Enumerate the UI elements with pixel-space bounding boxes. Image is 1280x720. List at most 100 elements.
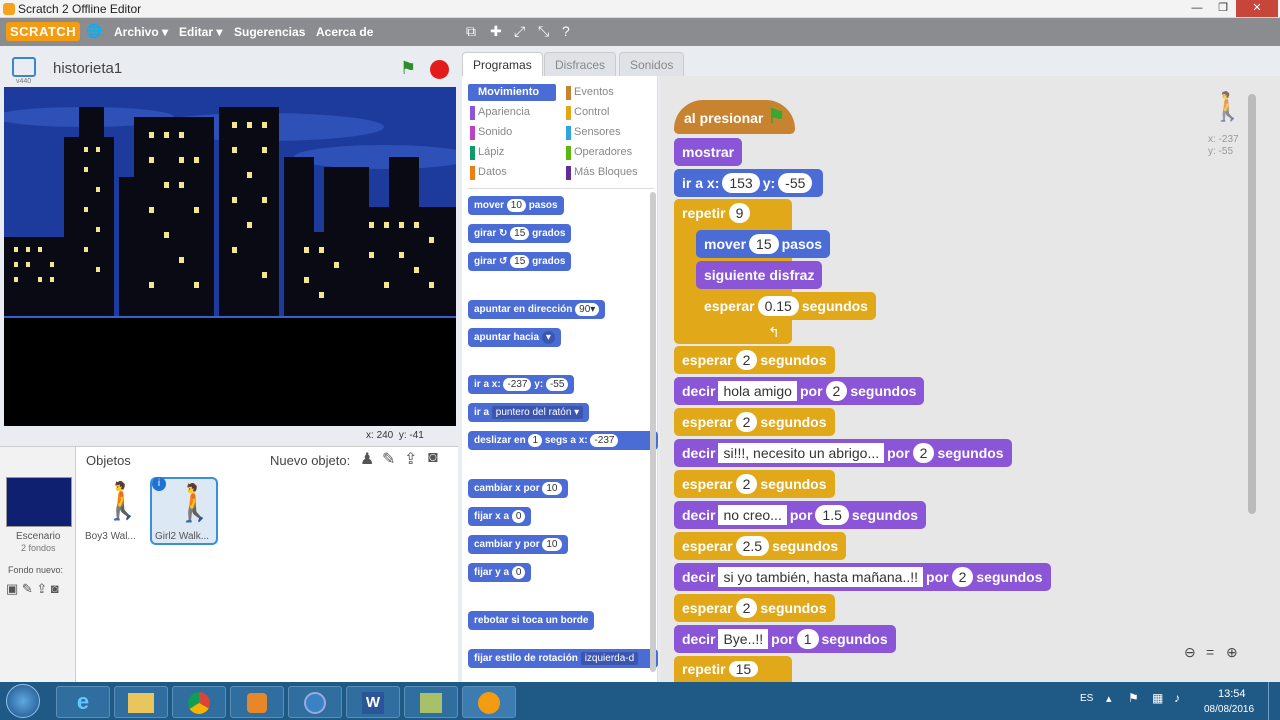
script-area[interactable]: al presionar ⚑ mostrar ir a x: 153 y: -55 r… xyxy=(660,76,1280,682)
block-decir[interactable]: decir hola amigo por 2 segundos xyxy=(674,377,925,405)
info-icon[interactable]: i xyxy=(152,477,166,491)
start-button[interactable] xyxy=(6,684,40,718)
block-deslizar[interactable]: deslizar en 1 segs a x: -237 xyxy=(468,431,658,450)
close-button[interactable]: ✕ xyxy=(1236,0,1278,17)
block-rebotar[interactable]: rebotar si toca un borde xyxy=(468,611,595,630)
shrink-icon[interactable]: ⤡ xyxy=(538,23,549,40)
stop-icon[interactable] xyxy=(430,60,449,79)
clock-time[interactable]: 13:54 xyxy=(1218,688,1246,700)
tab-disfraces[interactable]: Disfraces xyxy=(544,52,617,76)
zoom-out-icon[interactable]: ⊖ xyxy=(1184,644,1196,661)
block-esperar[interactable]: esperar 2 segundos xyxy=(674,470,835,498)
zoom-reset-icon[interactable]: = xyxy=(1206,644,1214,660)
block-fijar-y[interactable]: fijar y a 0 xyxy=(468,563,532,582)
category-0[interactable]: Movimiento xyxy=(468,84,556,101)
app-icon xyxy=(3,3,15,15)
sprite-x-readout: x: -237 xyxy=(1208,134,1239,145)
scratch-taskbar-icon[interactable] xyxy=(462,686,516,718)
upload-sprite-icon[interactable]: ⇪ xyxy=(404,449,417,469)
fullscreen-icon[interactable] xyxy=(12,57,36,77)
block-girar-derecha[interactable]: girar ↻ 15 grados xyxy=(468,224,572,243)
new-sprite-label: Nuevo objeto: xyxy=(270,453,351,468)
sprite-tile-boy[interactable]: 🚶 Boy3 Wal... xyxy=(82,477,146,543)
tab-programas[interactable]: Programas xyxy=(462,52,543,76)
block-decir[interactable]: decir si yo también, hasta mañana..!! por 2… xyxy=(674,563,1051,591)
category-4[interactable]: Sonido xyxy=(468,124,556,141)
block-girar-izquierda[interactable]: girar ↺ 15 grados xyxy=(468,252,572,271)
stage-header: v440 historieta1 ⚑ xyxy=(0,48,458,86)
block-mostrar[interactable]: mostrar xyxy=(674,138,743,166)
block-esperar[interactable]: esperar 2 segundos xyxy=(674,408,835,436)
menu-archivo[interactable]: Archivo ▾ xyxy=(114,25,168,39)
clock-date[interactable]: 08/08/2016 xyxy=(1204,704,1254,715)
hat-block-green-flag[interactable]: al presionar ⚑ xyxy=(674,100,796,134)
block-esperar[interactable]: esperar 2.5 segundos xyxy=(674,532,847,560)
block-siguiente-disfraz[interactable]: siguiente disfraz xyxy=(696,261,823,289)
scratch-logo: SCRATCH xyxy=(6,22,81,41)
explorer-taskbar-icon[interactable] xyxy=(114,686,168,718)
block-decir[interactable]: decir no creo... por 1.5 segundos xyxy=(674,501,926,529)
category-5[interactable]: Sensores xyxy=(564,124,652,141)
category-1[interactable]: Eventos xyxy=(564,84,652,101)
notes-taskbar-icon[interactable] xyxy=(404,686,458,718)
category-2[interactable]: Apariencia xyxy=(468,104,556,121)
category-6[interactable]: Lápiz xyxy=(468,144,556,161)
network-tray-icon[interactable]: ▦ xyxy=(1152,691,1163,705)
block-cambiar-y[interactable]: cambiar y por 10 xyxy=(468,535,568,554)
block-ir-a-xy[interactable]: ir a x: 153 y: -55 xyxy=(674,169,824,197)
delete-icon[interactable]: ✚ xyxy=(490,23,502,40)
chrome-taskbar-icon[interactable] xyxy=(172,686,226,718)
help-icon[interactable]: ? xyxy=(562,23,570,39)
block-mover[interactable]: mover 15 pasos xyxy=(696,230,831,258)
media-taskbar-icon[interactable] xyxy=(230,686,284,718)
menu-editar[interactable]: Editar ▾ xyxy=(179,25,222,39)
block-decir[interactable]: decir si!!!, necesito un abrigo... por 2 seg… xyxy=(674,439,1012,467)
block-esperar[interactable]: esperar 2 segundos xyxy=(674,346,835,374)
zoom-in-icon[interactable]: ⊕ xyxy=(1226,644,1238,661)
show-desktop-button[interactable] xyxy=(1268,682,1280,720)
volume-tray-icon[interactable]: ♪ xyxy=(1174,691,1180,705)
camera-icon[interactable]: ◙ xyxy=(428,449,438,467)
block-mover[interactable]: mover 10 pasos xyxy=(468,196,564,215)
paint-sprite-icon[interactable]: ✎ xyxy=(382,449,395,469)
block-decir[interactable]: decir Bye..!! por 1 segundos xyxy=(674,625,896,653)
globe-icon[interactable]: 🌐 xyxy=(86,23,102,39)
word-taskbar-icon[interactable]: W xyxy=(346,686,400,718)
backdrop-tools-icon[interactable]: ▣ ✎ ⇪ ◙ xyxy=(6,581,59,597)
block-fijar-x[interactable]: fijar x a 0 xyxy=(468,507,532,526)
sprite-tile-girl[interactable]: i 🚶 Girl2 Walk... xyxy=(150,477,218,545)
duplicate-icon[interactable]: ⧉ xyxy=(466,23,476,40)
script-scrollbar[interactable] xyxy=(1248,94,1256,514)
category-8[interactable]: Datos xyxy=(468,164,556,181)
flag-tray-icon[interactable]: ⚑ xyxy=(1128,691,1139,705)
sprite-library-icon[interactable]: ♟ xyxy=(360,449,374,469)
tray-expand-icon[interactable]: ▴ xyxy=(1106,692,1112,705)
tab-sonidos[interactable]: Sonidos xyxy=(619,52,685,76)
block-esperar[interactable]: esperar 0.15 segundos xyxy=(696,292,876,320)
maximize-button[interactable]: ❐ xyxy=(1210,0,1236,17)
block-ir-a[interactable]: ir a puntero del ratón ▾ xyxy=(468,403,590,422)
block-estilo-rotacion[interactable]: fijar estilo de rotación izquierda-d xyxy=(468,649,658,668)
green-flag-icon[interactable]: ⚑ xyxy=(400,58,416,79)
block-apuntar-direccion[interactable]: apuntar en dirección 90▾ xyxy=(468,300,606,319)
block-cambiar-x[interactable]: cambiar x por 10 xyxy=(468,479,568,498)
browser-taskbar-icon[interactable] xyxy=(288,686,342,718)
stage-canvas[interactable] xyxy=(4,87,456,426)
project-name-field[interactable]: historieta1 xyxy=(53,60,122,77)
ie-taskbar-icon[interactable]: e xyxy=(56,686,110,718)
block-repetir[interactable]: repetir 15 xyxy=(674,656,770,682)
category-3[interactable]: Control xyxy=(564,104,652,121)
language-indicator[interactable]: ES xyxy=(1080,693,1093,704)
stage-thumbnail[interactable] xyxy=(6,477,72,527)
menu-sugerencias[interactable]: Sugerencias xyxy=(234,25,305,39)
palette-scrollbar[interactable] xyxy=(650,192,656,672)
block-repetir[interactable]: repetir 9 xyxy=(674,199,762,227)
category-7[interactable]: Operadores xyxy=(564,144,652,161)
block-apuntar-hacia[interactable]: apuntar hacia ▾ xyxy=(468,328,561,347)
block-ir-a-xy[interactable]: ir a x: -237 y: -55 xyxy=(468,375,575,394)
minimize-button[interactable]: — xyxy=(1184,0,1210,17)
block-esperar[interactable]: esperar 2 segundos xyxy=(674,594,835,622)
category-9[interactable]: Más Bloques xyxy=(564,164,652,181)
grow-icon[interactable]: ⤢ xyxy=(514,23,525,40)
menu-acerca[interactable]: Acerca de xyxy=(316,25,373,39)
